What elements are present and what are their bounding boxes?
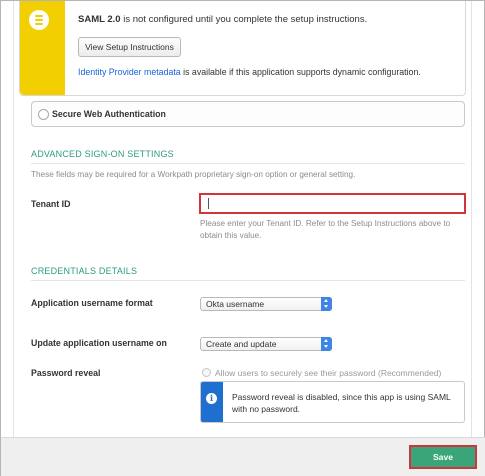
swa-label: Secure Web Authentication: [52, 109, 166, 119]
save-label: Save: [432, 452, 454, 462]
credentials-section-title: CREDENTIALS DETAILS: [31, 266, 138, 276]
text-caret: [208, 198, 209, 209]
select-arrows-icon: [321, 297, 332, 311]
advanced-hint: These fields may be required for a Workp…: [31, 170, 356, 179]
save-button[interactable]: Save: [409, 445, 477, 469]
password-reveal-checkbox-label: Allow users to securely see their passwo…: [215, 368, 442, 378]
password-reveal-info: i Password reveal is disabled, since thi…: [200, 381, 465, 423]
notice-message: SAML 2.0 is not configured until you com…: [78, 14, 367, 25]
view-setup-instructions-button[interactable]: View Setup Instructions: [78, 37, 181, 57]
metadata-message: Identity Provider metadata is available …: [78, 67, 421, 77]
notice-protocol: SAML 2.0: [78, 14, 121, 25]
section-divider: [31, 163, 465, 164]
update-username-select[interactable]: Create and update: [200, 337, 332, 351]
notice-bar: [20, 1, 65, 95]
list-icon: [29, 10, 49, 30]
tenant-id-input[interactable]: [199, 193, 466, 214]
notice-text: is not configured until you complete the…: [120, 14, 368, 25]
swa-option-card[interactable]: Secure Web Authentication: [31, 101, 465, 127]
save-button-face: Save: [413, 449, 473, 465]
update-username-value: Create and update: [206, 339, 277, 349]
password-reveal-checkbox[interactable]: [202, 368, 211, 377]
section-divider: [31, 280, 465, 281]
username-format-value: Okta username: [206, 299, 265, 309]
swa-radio[interactable]: [38, 109, 49, 120]
advanced-section-title: ADVANCED SIGN-ON SETTINGS: [31, 149, 174, 159]
saml-notice-card: SAML 2.0 is not configured until you com…: [19, 1, 466, 96]
username-format-label: Application username format: [31, 298, 153, 308]
tenant-id-label: Tenant ID: [31, 199, 71, 209]
info-icon: i: [206, 393, 217, 404]
tenant-id-help: Please enter your Tenant ID. Refer to th…: [200, 219, 451, 240]
info-message: Password reveal is disabled, since this …: [232, 392, 451, 414]
idp-metadata-link[interactable]: Identity Provider metadata: [78, 67, 181, 77]
username-format-select[interactable]: Okta username: [200, 297, 332, 311]
password-reveal-label: Password reveal: [31, 368, 101, 378]
info-bar: i: [201, 382, 223, 422]
metadata-text: is available if this application support…: [180, 67, 421, 77]
update-username-label: Update application username on: [31, 338, 167, 348]
select-arrows-icon: [321, 337, 332, 351]
app-settings-panel: SAML 2.0 is not configured until you com…: [0, 0, 485, 476]
